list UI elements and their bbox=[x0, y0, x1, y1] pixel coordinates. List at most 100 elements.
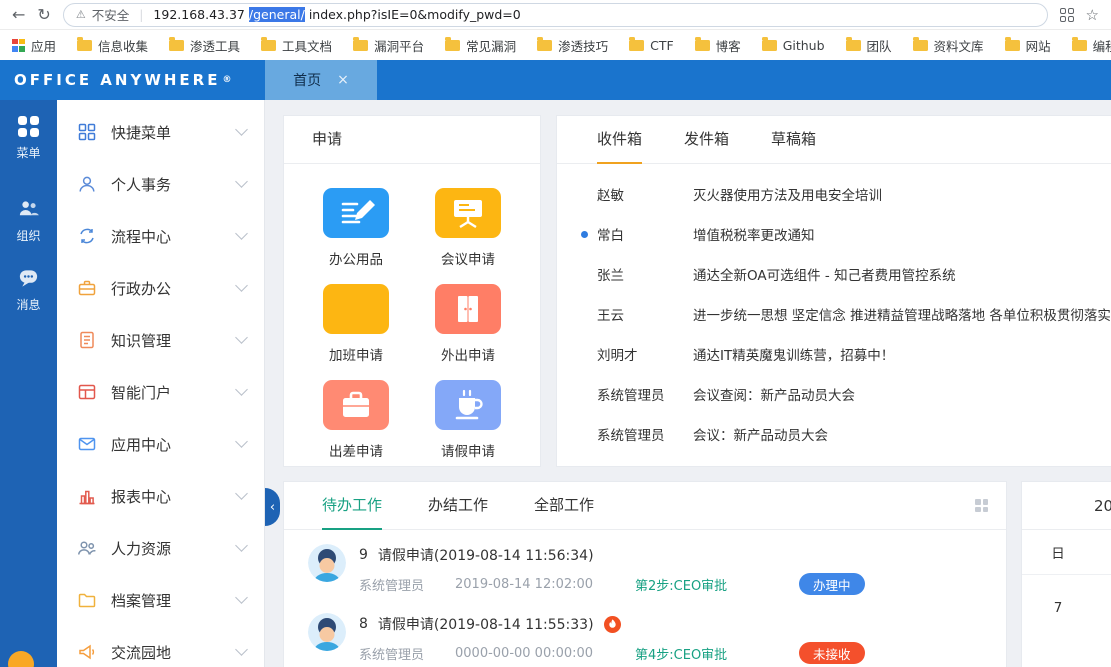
extensions-icon[interactable] bbox=[1060, 8, 1074, 22]
apply-panel: 申请 办公用品 会议申请 加班申请 外出申请 bbox=[283, 115, 541, 467]
bookmark-item[interactable]: 信息收集 bbox=[77, 36, 148, 55]
app-logo: Office Anywhere® bbox=[0, 60, 265, 100]
mail-row[interactable]: 张兰通达全新OA可选组件 - 知己者费用管控系统 bbox=[557, 254, 1111, 294]
bookmark-item[interactable]: 应用 bbox=[12, 36, 56, 55]
chevron-down-icon bbox=[235, 487, 248, 500]
sidebar-item-forum[interactable]: 交流园地 bbox=[57, 626, 264, 667]
mail-row[interactable]: 刘明才通达IT精英魔鬼训练营，招募中！ bbox=[557, 334, 1111, 374]
folder-icon bbox=[537, 40, 552, 51]
mail-subject[interactable]: 进一步统一思想 坚定信念 推进精益管理战略落地 各单位积极贯彻落实全面 bbox=[693, 304, 1111, 324]
sidebar-item-knowledge[interactable]: 知识管理 bbox=[57, 314, 264, 366]
urgent-flame-icon bbox=[604, 616, 621, 633]
bookmark-label: 工具文档 bbox=[282, 36, 332, 55]
url-host: 192.168.43.37 bbox=[153, 7, 244, 22]
sidebar-item-quick-menu[interactable]: 快捷菜单 bbox=[57, 106, 264, 158]
sidebar-item-hr[interactable]: 人力资源 bbox=[57, 522, 264, 574]
mail-row[interactable]: 赵敏灭火器使用方法及用电安全培训 bbox=[557, 174, 1111, 214]
tab-inbox[interactable]: 收件箱 bbox=[597, 116, 642, 164]
menu-grid-icon bbox=[18, 116, 39, 137]
sidebar-item-reports[interactable]: 报表中心 bbox=[57, 470, 264, 522]
chevron-down-icon bbox=[235, 279, 248, 292]
grid-view-icon[interactable] bbox=[975, 499, 988, 512]
tab-all-work[interactable]: 全部工作 bbox=[534, 482, 594, 530]
todo-item[interactable]: 9 请假申请(2019-08-14 11:56:34) 系统管理员 2019-0… bbox=[308, 544, 1006, 595]
app-meeting[interactable]: 会议申请 bbox=[412, 188, 524, 268]
bookmark-label: Github bbox=[783, 38, 825, 53]
bookmark-item[interactable]: 编程 bbox=[1072, 36, 1111, 55]
sidebar-item-app-center[interactable]: 应用中心 bbox=[57, 418, 264, 470]
todo-item-body: 8 请假申请(2019-08-14 11:55:33) 系统管理员 0000-0… bbox=[359, 613, 865, 664]
url-selected-text: /general/ bbox=[249, 7, 305, 22]
bookmark-item[interactable]: 网站 bbox=[1005, 36, 1051, 55]
sidebar-item-label: 报表中心 bbox=[111, 486, 223, 507]
folder-icon bbox=[1005, 40, 1020, 51]
bookmark-item[interactable]: 博客 bbox=[695, 36, 741, 55]
mail-subject[interactable]: 灭火器使用方法及用电安全培训 bbox=[693, 184, 1111, 204]
mail-row[interactable]: 系统管理员会议查阅：新产品动员大会 bbox=[557, 374, 1111, 414]
calendar-date[interactable]: 7 bbox=[1034, 600, 1082, 616]
mail-subject[interactable]: 通达全新OA可选组件 - 知己者费用管控系统 bbox=[693, 264, 1111, 284]
mail-row[interactable]: 常白增值税税率更改通知 bbox=[557, 214, 1111, 254]
todo-item[interactable]: 8 请假申请(2019-08-14 11:55:33) 系统管理员 0000-0… bbox=[308, 613, 1006, 664]
sidebar-item-label: 人力资源 bbox=[111, 538, 223, 559]
todo-title[interactable]: 请假申请(2019-08-14 11:55:33) bbox=[378, 614, 594, 634]
rail-item-message[interactable]: 消息 bbox=[16, 266, 40, 313]
sidebar-item-admin-office[interactable]: 行政办公 bbox=[57, 262, 264, 314]
rail-item-menu[interactable]: 菜单 bbox=[16, 116, 40, 161]
sidebar-item-archives[interactable]: 档案管理 bbox=[57, 574, 264, 626]
back-icon[interactable]: ← bbox=[12, 7, 25, 23]
mail-row[interactable]: 王云进一步统一思想 坚定信念 推进精益管理战略落地 各单位积极贯彻落实全面 bbox=[557, 294, 1111, 334]
tab-outbox[interactable]: 发件箱 bbox=[684, 116, 729, 164]
avatar bbox=[308, 544, 346, 582]
todo-meta-line: 系统管理员 0000-00-00 00:00:00 第4步:CEO审批 未接收 bbox=[359, 642, 865, 664]
bookmark-item[interactable]: 常见漏洞 bbox=[445, 36, 516, 55]
sidebar-item-workflow[interactable]: 流程中心 bbox=[57, 210, 264, 262]
tab-pending-work[interactable]: 待办工作 bbox=[322, 482, 382, 530]
mail-subject[interactable]: 通达IT精英魔鬼训练营，招募中！ bbox=[693, 344, 1111, 364]
status-badge[interactable]: 未接收 bbox=[799, 642, 865, 664]
status-badge[interactable]: 办理中 bbox=[799, 573, 865, 595]
registered-mark: ® bbox=[222, 75, 231, 85]
bookmark-item[interactable]: Github bbox=[762, 38, 825, 53]
folder-icon bbox=[1072, 40, 1087, 51]
rail-item-org[interactable]: 组织 bbox=[16, 197, 40, 244]
app-leave[interactable]: 请假申请 bbox=[412, 380, 524, 460]
mail-subject[interactable]: 增值税税率更改通知 bbox=[693, 224, 1111, 244]
mail-subject[interactable]: 会议：新产品动员大会 bbox=[693, 424, 1111, 444]
bookmark-item[interactable]: 工具文档 bbox=[261, 36, 332, 55]
tab-home[interactable]: 首页 × bbox=[265, 60, 377, 100]
sidebar-item-portal[interactable]: 智能门户 bbox=[57, 366, 264, 418]
bookmark-item[interactable]: 资料文库 bbox=[913, 36, 984, 55]
app-business-trip[interactable]: 出差申请 bbox=[300, 380, 412, 460]
briefcase-icon bbox=[77, 278, 97, 298]
envelope-icon bbox=[77, 434, 97, 454]
app-going-out[interactable]: 外出申请 bbox=[412, 284, 524, 364]
security-label[interactable]: 不安全 bbox=[92, 5, 130, 24]
todo-title[interactable]: 请假申请(2019-08-14 11:56:34) bbox=[378, 545, 594, 565]
tab-apply[interactable]: 申请 bbox=[312, 116, 342, 164]
bookmark-item[interactable]: CTF bbox=[629, 38, 674, 53]
app-office-supplies[interactable]: 办公用品 bbox=[300, 188, 412, 268]
bookmark-item[interactable]: 漏洞平台 bbox=[353, 36, 424, 55]
coffee-icon bbox=[435, 380, 501, 430]
sidebar-item-personal[interactable]: 个人事务 bbox=[57, 158, 264, 210]
app-overtime[interactable]: 加班申请 bbox=[300, 284, 412, 364]
apps-grid-icon bbox=[12, 39, 25, 52]
sidebar-menu: 快捷菜单 个人事务 流程中心 行政办公 知识管理 智能门户 应用中心 报表中心 bbox=[57, 100, 265, 667]
people-icon bbox=[77, 538, 97, 558]
chevron-down-icon bbox=[235, 123, 248, 136]
tab-finished-work[interactable]: 办结工作 bbox=[428, 482, 488, 530]
tab-close-icon[interactable]: × bbox=[337, 72, 349, 88]
address-bar[interactable]: ⚠ 不安全 | 192.168.43.37/general/index.php?… bbox=[63, 3, 1048, 27]
bookmark-item[interactable]: 渗透技巧 bbox=[537, 36, 608, 55]
mail-row[interactable]: 系统管理员会议：新产品动员大会 bbox=[557, 414, 1111, 454]
bookmark-star-icon[interactable]: ☆ bbox=[1086, 6, 1099, 24]
mail-sender: 赵敏 bbox=[597, 184, 693, 204]
floating-badge[interactable] bbox=[8, 651, 34, 667]
calendar-year[interactable]: 2021 bbox=[1058, 497, 1111, 515]
tab-drafts[interactable]: 草稿箱 bbox=[771, 116, 816, 164]
mail-subject[interactable]: 会议查阅：新产品动员大会 bbox=[693, 384, 1111, 404]
bookmark-item[interactable]: 团队 bbox=[846, 36, 892, 55]
refresh-icon[interactable]: ↻ bbox=[37, 7, 50, 23]
bookmark-item[interactable]: 渗透工具 bbox=[169, 36, 240, 55]
